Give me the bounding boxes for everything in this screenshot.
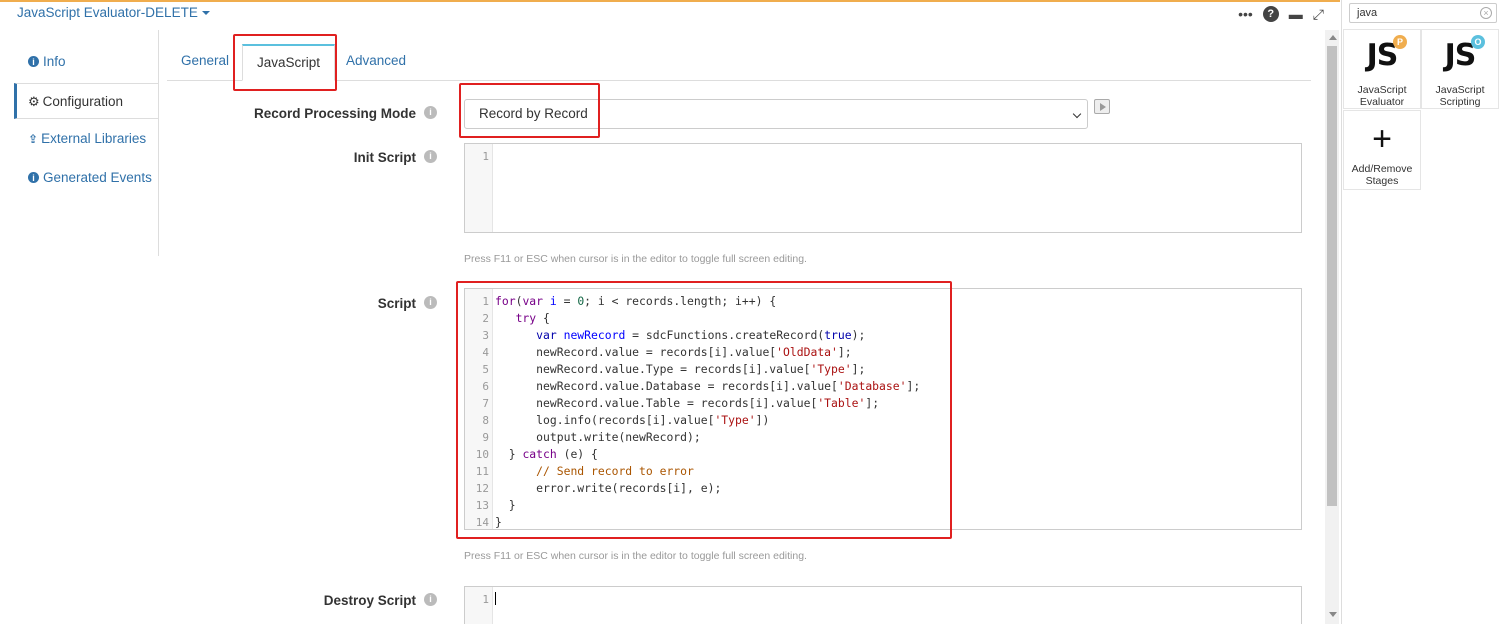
minimize-icon[interactable]: ▬ [1289, 5, 1303, 23]
editor-cursor [495, 591, 496, 608]
add-remove-stages-button[interactable]: + Add/Remove Stages [1343, 110, 1421, 190]
processor-badge: P [1393, 35, 1407, 49]
maximize-icon[interactable]: ⤢ [1313, 5, 1324, 23]
header-actions: ••• ? ▬ ⤢ [1238, 5, 1324, 23]
tab-general[interactable]: General [167, 44, 243, 81]
stage-label: JavaScript Scripting [1435, 84, 1485, 108]
help-icon[interactable]: ? [1262, 6, 1279, 22]
destroy-script-label: Destroy Script [323, 593, 416, 608]
init-script-editor[interactable]: 1 [464, 143, 1302, 233]
script-label: Script [377, 296, 416, 311]
info-icon [28, 44, 39, 80]
config-tabs: General JavaScript Advanced [167, 44, 1311, 81]
info-icon [28, 160, 39, 196]
script-code: for(var i = 0; i < records.length; i++) … [495, 294, 921, 529]
stage-library-panel: java × JS P JavaScript Evaluator JS O Ja… [1341, 0, 1503, 624]
stage-title: JavaScript Evaluator-DELETE [17, 5, 198, 20]
javascript-evaluator-icon: JS [1366, 38, 1399, 73]
stage-search-input[interactable]: java × [1349, 3, 1497, 23]
search-value: java [1357, 7, 1378, 19]
editor-hint: Press F11 or ESC when cursor is in the e… [464, 253, 807, 265]
sidebar-item-label: External Libraries [41, 131, 147, 146]
caret-down-icon [201, 11, 210, 16]
stage-label: JavaScript Evaluator [1357, 84, 1407, 108]
javascript-scripting-icon: JS [1444, 38, 1477, 73]
chevron-down-icon [1072, 109, 1082, 119]
line-numbers: 1 [482, 593, 489, 606]
init-script-label: Init Script [353, 150, 416, 165]
script-editor[interactable]: 1 2 3 4 5 6 7 8 9 10 11 12 13 14 for(var i = 0; i < r… [464, 288, 1302, 530]
scroll-up-arrow-icon[interactable] [1329, 35, 1337, 40]
origin-badge: O [1471, 35, 1485, 49]
destroy-script-editor[interactable]: 1 [464, 586, 1302, 624]
more-icon[interactable]: ••• [1238, 5, 1253, 23]
editor-hint: Press F11 or ESC when cursor is in the e… [464, 550, 807, 562]
tab-javascript[interactable]: JavaScript [242, 44, 336, 81]
config-sidebar: Info ⚙Configuration ⇪External Libraries … [0, 30, 159, 256]
sidebar-item-label: Generated Events [43, 170, 152, 185]
sidebar-item-configuration[interactable]: ⚙ Configuration [14, 83, 158, 119]
help-tooltip-icon[interactable]: i [424, 150, 437, 163]
record-mode-select[interactable]: Record by Record [464, 99, 1088, 129]
stage-title-dropdown[interactable]: JavaScript Evaluator-DELETE [17, 5, 210, 20]
line-numbers: 1 2 3 4 5 6 7 8 9 10 11 12 13 14 [475, 295, 489, 529]
record-mode-value: Record by Record [479, 106, 588, 121]
tab-advanced[interactable]: Advanced [332, 44, 420, 81]
sidebar-item-generated-events[interactable]: Generated Events [14, 160, 158, 196]
help-tooltip-icon[interactable]: i [424, 296, 437, 309]
stage-javascript-scripting[interactable]: JS O JavaScript Scripting [1421, 29, 1499, 109]
scroll-down-arrow-icon[interactable] [1329, 612, 1337, 617]
plus-icon: + [1372, 120, 1392, 158]
sidebar-item-label: Configuration [42, 94, 123, 109]
clear-search-icon[interactable]: × [1480, 7, 1492, 19]
help-tooltip-icon[interactable]: i [424, 106, 437, 119]
preview-play-icon[interactable] [1094, 99, 1110, 114]
sidebar-item-info[interactable]: Info [14, 44, 158, 80]
sidebar-item-external-libraries[interactable]: ⇪ External Libraries [14, 121, 158, 157]
sidebar-item-label: Info [43, 54, 66, 69]
upload-icon: ⇪ [28, 132, 39, 146]
stage-label: Add/Remove Stages [1351, 163, 1413, 187]
line-numbers: 1 [482, 150, 489, 163]
scrollbar-thumb[interactable] [1327, 46, 1337, 506]
record-mode-label: Record Processing Mode [253, 106, 416, 121]
stage-header: JavaScript Evaluator-DELETE ••• ? ▬ ⤢ [0, 0, 1340, 26]
stage-javascript-evaluator[interactable]: JS P JavaScript Evaluator [1343, 29, 1421, 109]
gear-icon: ⚙ [28, 94, 40, 109]
help-tooltip-icon[interactable]: i [424, 593, 437, 606]
